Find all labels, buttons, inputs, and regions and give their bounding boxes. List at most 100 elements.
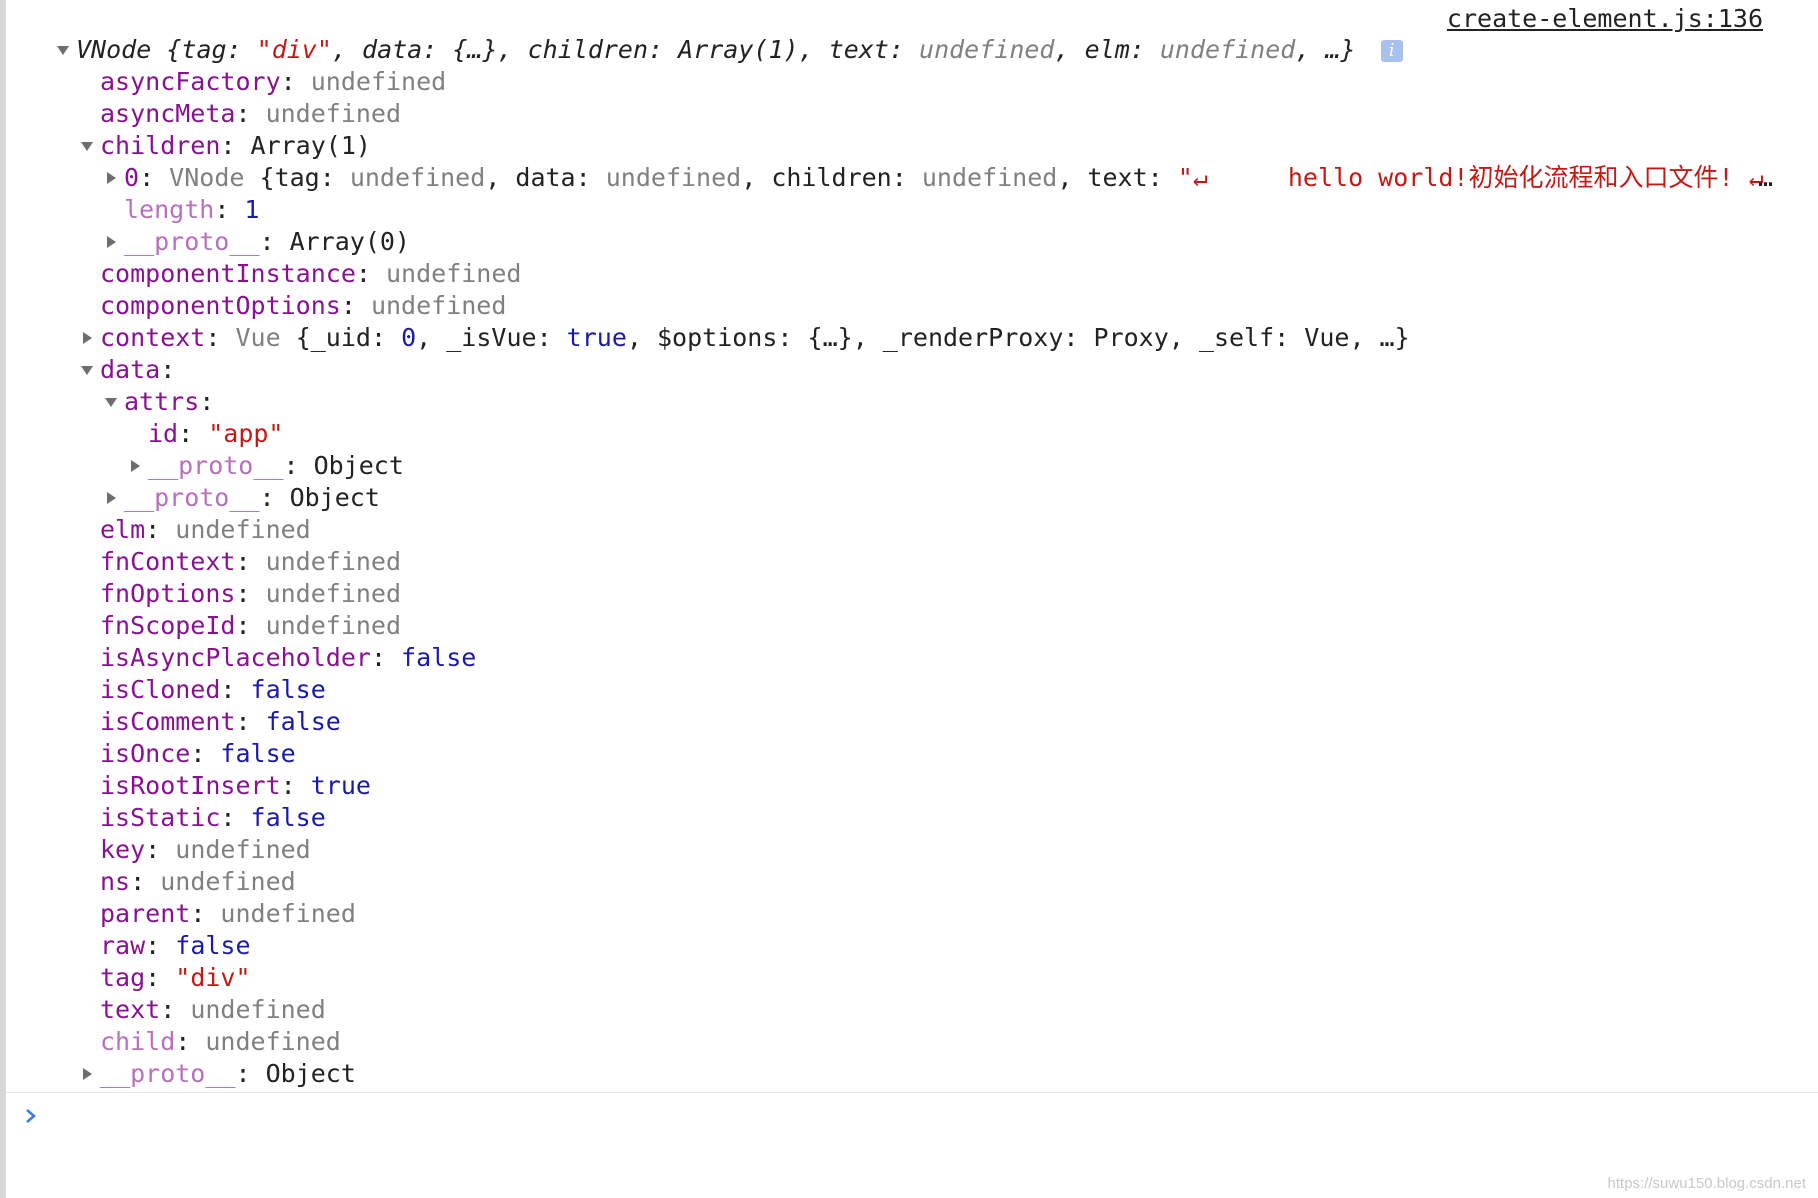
prop-value: Array(0) [289,227,410,256]
prop-data[interactable]: data: [0,354,1818,386]
prop-value: Object [313,451,404,480]
context-uid-value: 0 [401,323,417,352]
expand-triangle-right-icon[interactable] [104,491,118,505]
prop-value: undefined [370,291,507,320]
context-options-key: $options [657,323,778,352]
prop-isComment: isComment: false [100,707,341,736]
prop-attrs[interactable]: attrs: [0,386,1818,418]
summary-elm-value: undefined [1159,35,1296,64]
expand-triangle-down-icon[interactable] [80,363,94,377]
prop-componentInstance: componentInstance: undefined [100,259,522,288]
summary-text-value: undefined [919,35,1055,64]
child-data-value: undefined [605,163,742,192]
child-text-key: text [1087,163,1148,192]
watermark: https://suwu150.blog.csdn.net [1607,1175,1806,1192]
summary-data-value: {…} [452,35,498,64]
info-icon[interactable]: i [1380,40,1403,62]
prop-value: false [250,803,326,832]
context-render-value: Proxy [1093,323,1169,352]
prop-text: text: undefined [100,995,326,1024]
prop-key: __proto__ [148,451,284,480]
prop-value: false [175,931,251,960]
prop-value: undefined [205,1027,341,1056]
context-isvue-key: _isVue [446,323,537,352]
prop-key: componentInstance [100,259,356,288]
prop-value: undefined [385,259,522,288]
prop-key: key [100,835,146,864]
prop-elm: elm: undefined [100,515,311,544]
child-children-value: undefined [921,163,1058,192]
prop-key: isStatic [100,803,221,832]
prop-value: false [401,643,477,672]
vnode-summary-row[interactable]: VNode {tag: "div", data: {…}, children: … [0,34,1818,66]
context-render-key: _renderProxy [882,323,1064,352]
prop-attrs-proto[interactable]: __proto__: Object [0,450,1818,482]
prop-value: undefined [310,67,447,96]
expand-triangle-right-icon[interactable] [80,331,94,345]
summary-vnode-label: VNode [76,35,152,64]
console-object-tree: VNode {tag: "div", data: {…}, children: … [0,34,1818,1090]
prop-parent: parent: undefined [100,899,356,928]
prop-key: __proto__ [124,483,260,512]
prop-children-0[interactable]: 0: VNode {tag: undefined, data: undefine… [0,162,1818,194]
prop-ns: ns: undefined [100,867,296,896]
summary-elm-key: elm [1084,35,1130,64]
prop-context[interactable]: context: Vue {_uid: 0, _isVue: true, $op… [0,322,1818,354]
prop-value: Array(1) [250,131,371,160]
context-type: Vue [235,323,281,352]
expand-triangle-down-icon[interactable] [80,139,94,153]
prop-key: context [100,323,206,352]
prop-isAsyncPlaceholder: isAsyncPlaceholder: false [100,643,477,672]
prop-value: undefined [265,547,402,576]
prop-value: Object [265,1059,356,1088]
prop-isRootInsert: isRootInsert: true [100,771,371,800]
prop-key: isCloned [100,675,221,704]
context-close: …} [1379,323,1410,352]
prop-data-proto[interactable]: __proto__: Object [0,482,1818,514]
expand-triangle-right-icon[interactable] [104,171,118,185]
prop-tag: tag: "div" [100,963,251,992]
prop-key: length [124,195,215,224]
prop-value: false [265,707,341,736]
prop-length: length: 1 [124,195,260,224]
summary-text-key: text [828,35,889,64]
summary-data-key: data [362,35,423,64]
child-ellipsis[interactable]: … [1758,162,1773,194]
summary-children-key: children [527,35,649,64]
prop-fnContext: fnContext: undefined [100,547,402,576]
prop-value: 1 [244,195,260,224]
prop-children[interactable]: children: Array(1) [0,130,1818,162]
child-vnode-label: VNode [169,163,245,192]
expand-triangle-right-icon[interactable] [128,459,142,473]
summary-tag-key: tag [181,35,227,64]
prop-key: fnScopeId [100,611,236,640]
prop-key: componentOptions [100,291,341,320]
prop-key: tag [100,963,146,992]
child-open: { [259,163,275,192]
prop-key: data [100,355,161,384]
child-text-quote: "↵ [1177,163,1208,192]
prop-root-proto[interactable]: __proto__: Object [0,1058,1818,1090]
prop-key: parent [100,899,191,928]
prop-value: undefined [220,899,356,928]
context-open: { [295,323,311,352]
source-location-link[interactable]: create-element.js:136 [1447,4,1763,33]
prop-value: true [310,771,371,800]
console-input[interactable] [50,1098,1790,1130]
prop-key: text [100,995,161,1024]
prop-children-proto[interactable]: __proto__: Array(0) [0,226,1818,258]
expand-triangle-right-icon[interactable] [104,235,118,249]
prop-key: raw [100,931,146,960]
prop-key: fnOptions [100,579,236,608]
prop-value: undefined [160,867,296,896]
prop-asyncFactory: asyncFactory: undefined [100,67,447,96]
prop-key: asyncMeta [100,99,236,128]
context-uid-key: _uid [310,323,371,352]
prop-asyncMeta: asyncMeta: undefined [100,99,402,128]
expand-triangle-down-icon[interactable] [104,395,118,409]
console-prompt-icon [22,1102,40,1123]
summary-open: { [166,35,182,64]
context-options-value: {…} [807,323,853,352]
expand-triangle-right-icon[interactable] [80,1067,94,1081]
expand-triangle-down-icon[interactable] [56,43,70,57]
